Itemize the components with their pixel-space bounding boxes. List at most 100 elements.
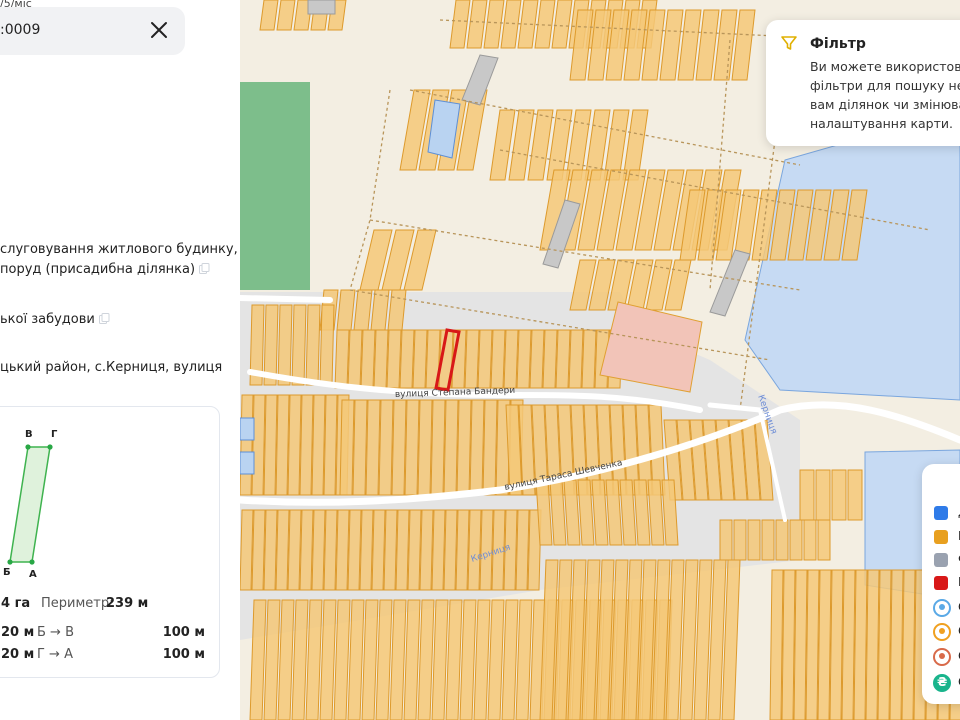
parcel[interactable] bbox=[443, 509, 458, 591]
parcel[interactable] bbox=[847, 469, 863, 521]
parcel[interactable] bbox=[311, 509, 326, 591]
parcel[interactable] bbox=[761, 519, 775, 561]
parcel[interactable] bbox=[412, 329, 428, 389]
copy-icon[interactable] bbox=[199, 263, 210, 274]
parcel[interactable] bbox=[335, 509, 350, 591]
parcel[interactable] bbox=[829, 569, 844, 720]
parcel[interactable] bbox=[581, 329, 597, 389]
parcel[interactable] bbox=[407, 509, 422, 591]
parcel[interactable] bbox=[841, 569, 856, 720]
parcel[interactable] bbox=[299, 394, 314, 496]
legend-swatch[interactable] bbox=[934, 506, 948, 520]
parcel[interactable] bbox=[263, 509, 278, 591]
parcel[interactable] bbox=[371, 509, 386, 591]
parcel[interactable] bbox=[323, 394, 338, 496]
parcel[interactable] bbox=[443, 399, 459, 496]
parcel[interactable] bbox=[383, 509, 398, 591]
parcel[interactable] bbox=[305, 304, 321, 386]
parcel[interactable] bbox=[277, 304, 293, 386]
parcel[interactable] bbox=[240, 509, 254, 591]
parcel[interactable] bbox=[831, 469, 847, 521]
parcel[interactable] bbox=[456, 399, 472, 496]
parcel[interactable] bbox=[365, 399, 381, 496]
parcel[interactable] bbox=[391, 399, 407, 496]
parcel[interactable] bbox=[719, 519, 733, 561]
parcel[interactable] bbox=[323, 509, 338, 591]
parcel[interactable] bbox=[817, 519, 831, 561]
copy-icon[interactable] bbox=[98, 313, 110, 324]
parcel[interactable] bbox=[404, 399, 420, 496]
parcel[interactable] bbox=[515, 509, 530, 591]
parcel[interactable] bbox=[775, 519, 789, 561]
parcel[interactable] bbox=[334, 329, 350, 389]
parcel[interactable] bbox=[469, 399, 485, 496]
parcel[interactable] bbox=[431, 509, 446, 591]
parcel[interactable] bbox=[568, 329, 584, 389]
parcel[interactable] bbox=[516, 329, 532, 389]
cadastral-number-value[interactable]: :0009 bbox=[0, 22, 40, 38]
parcel[interactable] bbox=[793, 569, 808, 720]
parcel[interactable] bbox=[733, 519, 747, 561]
parcel[interactable] bbox=[287, 509, 302, 591]
legend-marker-icon[interactable] bbox=[933, 623, 951, 641]
parcel[interactable] bbox=[386, 329, 402, 389]
parcel[interactable] bbox=[299, 509, 314, 591]
parcel[interactable] bbox=[853, 569, 868, 720]
parcel[interactable] bbox=[769, 569, 784, 720]
parcel[interactable] bbox=[490, 329, 506, 389]
legend-marker-icon[interactable] bbox=[933, 599, 951, 617]
legend-swatch[interactable] bbox=[934, 553, 948, 567]
parcel[interactable] bbox=[359, 509, 374, 591]
parcel[interactable] bbox=[373, 329, 389, 389]
parcel[interactable] bbox=[865, 569, 880, 720]
parcel[interactable] bbox=[240, 394, 254, 496]
parcel[interactable] bbox=[419, 509, 434, 591]
parcel[interactable] bbox=[399, 329, 415, 389]
parcel[interactable] bbox=[901, 569, 916, 720]
legend-swatch[interactable] bbox=[934, 576, 948, 590]
legend-marker-icon[interactable] bbox=[933, 648, 951, 666]
parcel[interactable] bbox=[555, 329, 571, 389]
parcel[interactable] bbox=[805, 569, 820, 720]
parcel[interactable] bbox=[347, 509, 362, 591]
parcel[interactable] bbox=[339, 399, 355, 496]
parcel[interactable] bbox=[455, 509, 470, 591]
parcel[interactable] bbox=[311, 394, 326, 496]
parcel[interactable] bbox=[347, 329, 363, 389]
parcel[interactable] bbox=[319, 304, 335, 386]
parcel[interactable] bbox=[251, 509, 266, 591]
parcel[interactable] bbox=[378, 399, 394, 496]
parcel[interactable] bbox=[781, 569, 796, 720]
legend-swatch[interactable] bbox=[934, 530, 948, 544]
parcel[interactable] bbox=[275, 394, 290, 496]
parcel[interactable] bbox=[467, 509, 482, 591]
parcel[interactable] bbox=[529, 329, 545, 389]
parcel[interactable] bbox=[352, 399, 368, 496]
parcel[interactable] bbox=[889, 569, 904, 720]
parcel[interactable] bbox=[360, 329, 376, 389]
parcel[interactable] bbox=[815, 469, 831, 521]
parcel[interactable] bbox=[275, 509, 290, 591]
parcel[interactable] bbox=[482, 399, 498, 496]
parcel[interactable] bbox=[291, 304, 307, 386]
filter-icon[interactable] bbox=[780, 34, 798, 52]
parcel[interactable] bbox=[395, 509, 410, 591]
parcel[interactable] bbox=[430, 399, 446, 496]
parcel[interactable] bbox=[817, 569, 832, 720]
search-box[interactable]: :0009 bbox=[0, 7, 185, 55]
hryvnia-icon[interactable]: ₴ bbox=[933, 674, 951, 692]
parcel[interactable] bbox=[263, 394, 278, 496]
close-icon[interactable] bbox=[148, 19, 170, 41]
parcel[interactable] bbox=[799, 469, 815, 521]
parcel[interactable] bbox=[464, 329, 480, 389]
parcel[interactable] bbox=[803, 519, 817, 561]
parcel[interactable] bbox=[747, 519, 761, 561]
parcel[interactable] bbox=[877, 569, 892, 720]
parcel[interactable] bbox=[789, 519, 803, 561]
parcel[interactable] bbox=[542, 329, 558, 389]
parcel[interactable] bbox=[251, 394, 266, 496]
parcel[interactable] bbox=[417, 399, 433, 496]
parcel[interactable] bbox=[503, 329, 519, 389]
parcel[interactable] bbox=[477, 329, 493, 389]
parcel[interactable] bbox=[287, 394, 302, 496]
